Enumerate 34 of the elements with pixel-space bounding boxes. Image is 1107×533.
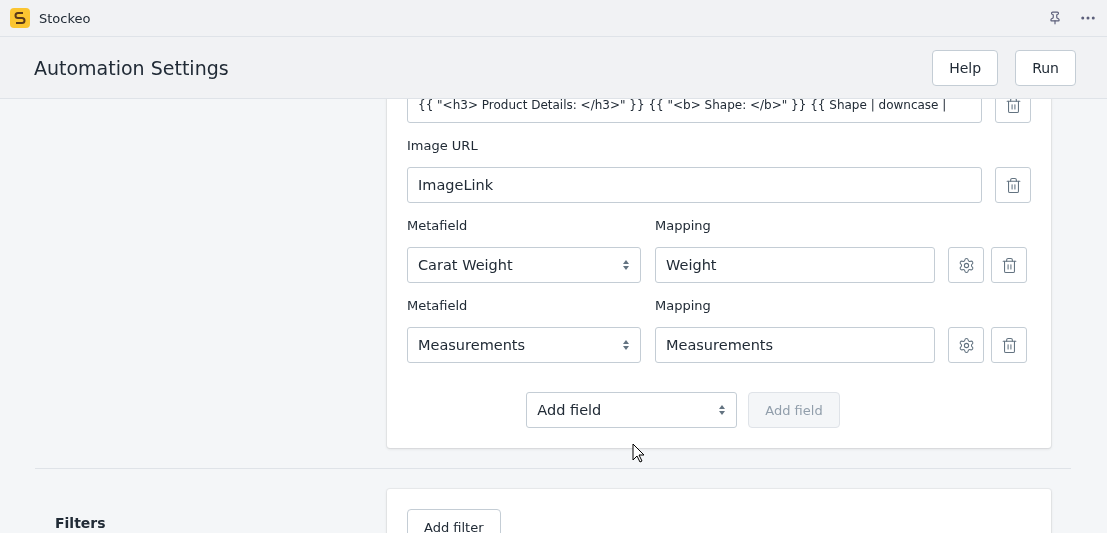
trash-icon bbox=[1000, 256, 1018, 274]
metafield-select[interactable]: Measurements bbox=[407, 327, 641, 363]
pin-icon[interactable] bbox=[1048, 11, 1062, 25]
run-button[interactable]: Run bbox=[1015, 49, 1076, 86]
help-button[interactable]: Help bbox=[932, 49, 999, 86]
app-title: Stockeo bbox=[39, 10, 92, 26]
logo-icon bbox=[10, 8, 30, 28]
settings-button[interactable] bbox=[948, 327, 984, 363]
select-arrows-icon bbox=[718, 404, 727, 416]
gear-icon bbox=[957, 256, 975, 274]
add-field-select[interactable]: Add field bbox=[526, 392, 738, 428]
mapping-field[interactable]: Weight bbox=[655, 247, 935, 283]
field-label: Metafield bbox=[407, 218, 469, 234]
select-arrows-icon bbox=[622, 339, 630, 351]
settings-button[interactable] bbox=[948, 247, 984, 283]
gear-icon bbox=[957, 336, 975, 354]
select-arrows-icon bbox=[622, 259, 630, 271]
field-label: Image URL bbox=[407, 138, 479, 154]
field-label: Metafield bbox=[407, 298, 469, 314]
text-field[interactable]: {{ "<h3> Product Details: </h3>" }} {{ "<b> Shape: </b>" }} {{ Shape | downcase | bbox=[407, 99, 982, 123]
delete-button[interactable] bbox=[991, 247, 1027, 283]
trash-icon bbox=[1000, 336, 1018, 354]
page-title: Automation Settings bbox=[34, 56, 230, 79]
trash-icon bbox=[1004, 176, 1022, 194]
field-label: Mapping bbox=[655, 298, 712, 314]
field-label: Mapping bbox=[655, 218, 712, 234]
trash-icon bbox=[1004, 99, 1022, 114]
mapping-field[interactable]: Measurements bbox=[655, 327, 935, 363]
add-filter-button[interactable]: Add filter bbox=[407, 509, 501, 533]
delete-button[interactable] bbox=[991, 327, 1027, 363]
text-field[interactable]: ImageLink bbox=[407, 167, 982, 203]
delete-button[interactable] bbox=[995, 167, 1031, 203]
section-title: Filters bbox=[55, 514, 107, 531]
metafield-select[interactable]: Carat Weight bbox=[407, 247, 641, 283]
